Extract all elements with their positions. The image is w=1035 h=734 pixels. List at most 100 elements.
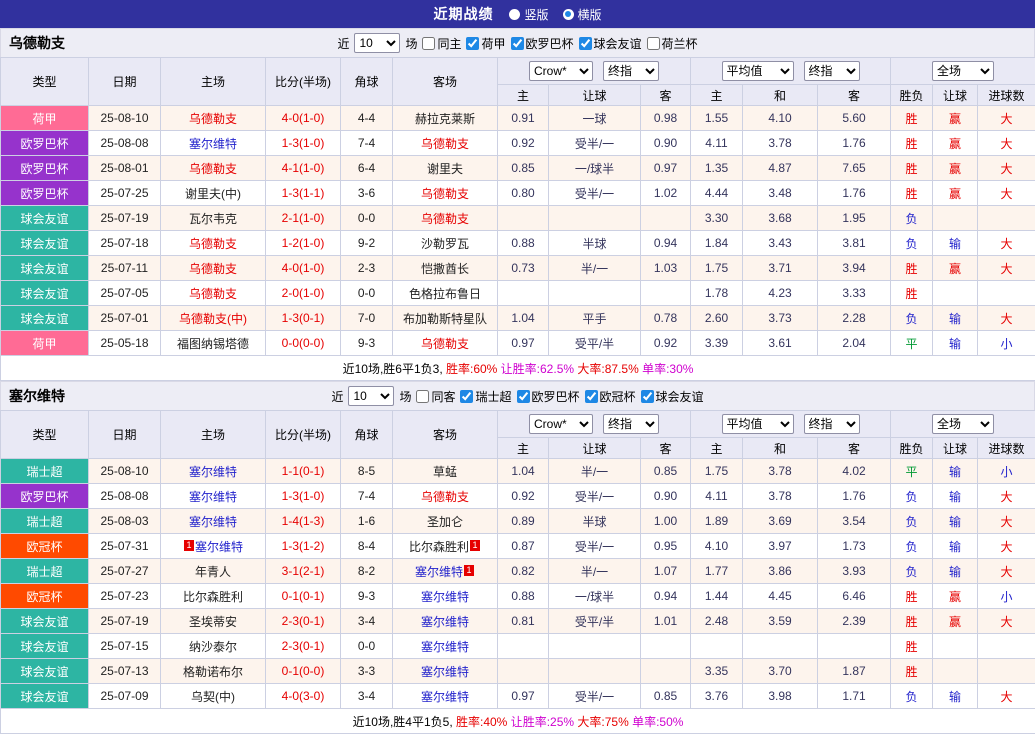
match-score[interactable]: 1-4(1-3): [266, 509, 341, 534]
team-name[interactable]: 福图纳锡塔德: [177, 337, 249, 351]
team-name[interactable]: 赫拉克莱斯: [415, 112, 475, 126]
filter-checkbox[interactable]: 球会友谊: [579, 35, 642, 52]
match-score[interactable]: 1-3(1-0): [266, 484, 341, 509]
layout-radio[interactable]: 竖版: [509, 6, 548, 23]
team-name[interactable]: 塞尔维特: [421, 640, 469, 654]
match-score[interactable]: 4-1(1-0): [266, 156, 341, 181]
europe-avg-select[interactable]: 平均值: [722, 414, 794, 434]
match-count-select[interactable]: 10: [354, 33, 400, 53]
match-score[interactable]: 2-3(0-1): [266, 634, 341, 659]
match-score[interactable]: 2-3(0-1): [266, 609, 341, 634]
team-name[interactable]: 乌德勒支: [421, 337, 469, 351]
avg-odds-draw: 3.68: [743, 206, 818, 231]
team-name[interactable]: 塞尔维特: [421, 590, 469, 604]
odds-final-select[interactable]: 终指: [603, 61, 659, 81]
team-name[interactable]: 塞尔维特: [421, 665, 469, 679]
team-name[interactable]: 乌德勒支: [421, 490, 469, 504]
odds-company-select[interactable]: Crow*: [529, 61, 593, 81]
checkbox-input[interactable]: [422, 37, 435, 50]
match-score[interactable]: 2-0(1-0): [266, 281, 341, 306]
team-name[interactable]: 塞尔维特: [189, 490, 237, 504]
europe-final-select[interactable]: 终指: [804, 61, 860, 81]
section-filter-bar: 近10场同客瑞士超欧罗巴杯欧冠杯球会友谊: [331, 386, 703, 406]
team-name[interactable]: 塞尔维特: [189, 137, 237, 151]
filter-checkbox[interactable]: 球会友谊: [641, 388, 704, 405]
filter-checkbox[interactable]: 瑞士超: [460, 388, 511, 405]
team-name[interactable]: 乌契(中): [191, 690, 235, 704]
team-name[interactable]: 纳沙泰尔: [189, 640, 237, 654]
result-scope-select[interactable]: 全场: [932, 61, 994, 81]
team-name[interactable]: 比尔森胜利: [409, 540, 469, 554]
team-name[interactable]: 乌德勒支: [421, 187, 469, 201]
checkbox-input[interactable]: [647, 37, 660, 50]
team-name[interactable]: 塞尔维特: [189, 515, 237, 529]
team-name[interactable]: 圣加仑: [427, 515, 463, 529]
match-score[interactable]: 4-0(3-0): [266, 684, 341, 709]
checkbox-input[interactable]: [466, 37, 479, 50]
team-name[interactable]: 谢里夫(中): [185, 187, 241, 201]
match-score[interactable]: 1-3(0-1): [266, 306, 341, 331]
team-name[interactable]: 草蜢: [433, 465, 457, 479]
match-score[interactable]: 0-1(0-0): [266, 659, 341, 684]
checkbox-input[interactable]: [517, 390, 530, 403]
filter-checkbox[interactable]: 荷兰杯: [647, 35, 698, 52]
team-name[interactable]: 乌德勒支: [189, 162, 237, 176]
team-name[interactable]: 比尔森胜利: [183, 590, 243, 604]
team-name[interactable]: 布加勒斯特星队: [403, 312, 487, 326]
match-score[interactable]: 4-0(1-0): [266, 106, 341, 131]
home-team-cell: 谢里夫(中): [161, 181, 266, 206]
checkbox-input[interactable]: [460, 390, 473, 403]
match-score[interactable]: 1-3(1-2): [266, 534, 341, 559]
team-name[interactable]: 乌德勒支: [421, 137, 469, 151]
match-score[interactable]: 1-3(1-0): [266, 131, 341, 156]
match-score[interactable]: 1-3(1-1): [266, 181, 341, 206]
avg-odds-home: 1.78: [691, 281, 743, 306]
match-date: 25-08-10: [89, 459, 161, 484]
team-name[interactable]: 塞尔维特: [421, 690, 469, 704]
team-name[interactable]: 塞尔维特: [189, 465, 237, 479]
filter-checkbox[interactable]: 同主: [422, 35, 461, 52]
league-badge: 球会友谊: [1, 609, 89, 634]
match-score[interactable]: 1-1(0-1): [266, 459, 341, 484]
odds-final-select[interactable]: 终指: [603, 414, 659, 434]
team-name[interactable]: 乌德勒支: [189, 287, 237, 301]
team-name[interactable]: 乌德勒支: [189, 237, 237, 251]
match-score[interactable]: 1-2(1-0): [266, 231, 341, 256]
europe-final-select[interactable]: 终指: [804, 414, 860, 434]
team-name[interactable]: 格勒诺布尔: [183, 665, 243, 679]
checkbox-input[interactable]: [511, 37, 524, 50]
filter-checkbox[interactable]: 欧冠杯: [585, 388, 636, 405]
odds-company-select[interactable]: Crow*: [529, 414, 593, 434]
match-score[interactable]: 2-1(1-0): [266, 206, 341, 231]
filter-checkbox[interactable]: 欧罗巴杯: [517, 388, 580, 405]
team-name[interactable]: 塞尔维特: [415, 565, 463, 579]
team-name[interactable]: 圣埃蒂安: [189, 615, 237, 629]
team-name[interactable]: 谢里夫: [427, 162, 463, 176]
team-name[interactable]: 恺撒酋长: [421, 262, 469, 276]
checkbox-input[interactable]: [585, 390, 598, 403]
checkbox-input[interactable]: [579, 37, 592, 50]
filter-checkbox[interactable]: 同客: [416, 388, 455, 405]
team-name[interactable]: 年青人: [195, 565, 231, 579]
match-score[interactable]: 0-0(0-0): [266, 331, 341, 356]
filter-checkbox[interactable]: 荷甲: [466, 35, 505, 52]
team-name[interactable]: 乌德勒支: [189, 262, 237, 276]
team-name[interactable]: 乌德勒支: [189, 112, 237, 126]
match-score[interactable]: 0-1(0-1): [266, 584, 341, 609]
filter-checkbox[interactable]: 欧罗巴杯: [511, 35, 574, 52]
match-score[interactable]: 3-1(2-1): [266, 559, 341, 584]
match-score[interactable]: 4-0(1-0): [266, 256, 341, 281]
team-name[interactable]: 沙勒罗瓦: [421, 237, 469, 251]
team-name[interactable]: 乌德勒支: [421, 212, 469, 226]
checkbox-input[interactable]: [641, 390, 654, 403]
europe-avg-select[interactable]: 平均值: [722, 61, 794, 81]
layout-radio[interactable]: 横版: [563, 6, 602, 23]
match-count-select[interactable]: 10: [348, 386, 394, 406]
result-scope-select[interactable]: 全场: [932, 414, 994, 434]
team-name[interactable]: 塞尔维特: [195, 540, 243, 554]
team-name[interactable]: 乌德勒支(中): [179, 312, 247, 326]
team-name[interactable]: 塞尔维特: [421, 615, 469, 629]
team-name[interactable]: 色格拉布鲁日: [409, 287, 481, 301]
team-name[interactable]: 瓦尔韦克: [189, 212, 237, 226]
checkbox-input[interactable]: [416, 390, 429, 403]
